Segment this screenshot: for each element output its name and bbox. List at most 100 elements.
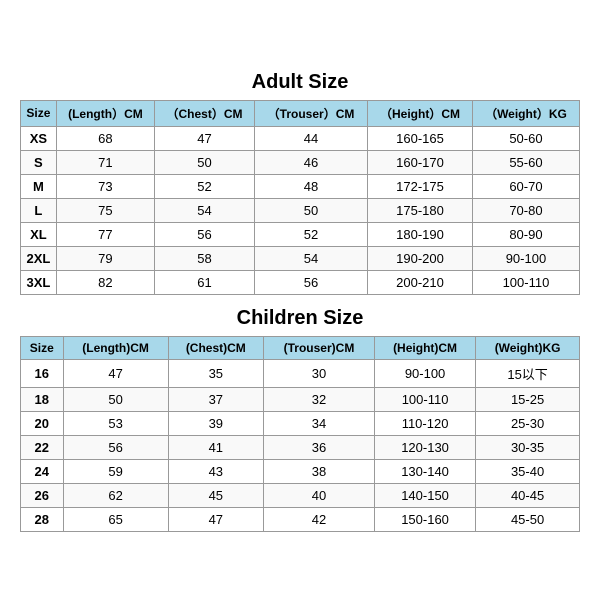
table-cell: 75 — [56, 198, 154, 222]
table-cell: L — [21, 198, 57, 222]
table-cell: 70-80 — [472, 198, 579, 222]
table-cell: 40 — [263, 483, 374, 507]
table-cell: S — [21, 150, 57, 174]
children-header-cell: (Length)CM — [63, 336, 168, 359]
table-cell: 40-45 — [476, 483, 580, 507]
table-row: 26624540140-15040-45 — [21, 483, 580, 507]
table-cell: 130-140 — [374, 459, 475, 483]
table-cell: 77 — [56, 222, 154, 246]
table-row: 2XL795854190-20090-100 — [21, 246, 580, 270]
table-cell: 54 — [155, 198, 255, 222]
adult-header-cell: （Trouser）CM — [254, 100, 367, 126]
table-cell: 35 — [168, 359, 263, 387]
children-size-title: Children Size — [20, 301, 580, 336]
size-chart-container: Adult Size Size(Length）CM（Chest）CM（Trous… — [10, 55, 590, 546]
table-row: S715046160-17055-60 — [21, 150, 580, 174]
table-cell: 30-35 — [476, 435, 580, 459]
table-row: 18503732100-11015-25 — [21, 387, 580, 411]
table-cell: 82 — [56, 270, 154, 294]
table-row: L755450175-18070-80 — [21, 198, 580, 222]
table-cell: 47 — [63, 359, 168, 387]
table-cell: 26 — [21, 483, 64, 507]
table-cell: 39 — [168, 411, 263, 435]
table-cell: 52 — [155, 174, 255, 198]
table-row: 22564136120-13030-35 — [21, 435, 580, 459]
table-cell: 15-25 — [476, 387, 580, 411]
children-header-cell: (Height)CM — [374, 336, 475, 359]
table-cell: 20 — [21, 411, 64, 435]
adult-size-title: Adult Size — [20, 65, 580, 100]
table-cell: 50 — [254, 198, 367, 222]
table-cell: 180-190 — [368, 222, 473, 246]
table-cell: 35-40 — [476, 459, 580, 483]
table-cell: 55-60 — [472, 150, 579, 174]
table-row: 3XL826156200-210100-110 — [21, 270, 580, 294]
table-cell: 120-130 — [374, 435, 475, 459]
table-cell: 73 — [56, 174, 154, 198]
table-cell: 150-160 — [374, 507, 475, 531]
table-cell: 48 — [254, 174, 367, 198]
table-cell: 30 — [263, 359, 374, 387]
table-cell: 80-90 — [472, 222, 579, 246]
table-cell: 54 — [254, 246, 367, 270]
table-cell: 58 — [155, 246, 255, 270]
table-cell: 52 — [254, 222, 367, 246]
table-cell: 190-200 — [368, 246, 473, 270]
table-cell: 3XL — [21, 270, 57, 294]
table-cell: M — [21, 174, 57, 198]
table-cell: 50 — [155, 150, 255, 174]
children-header-cell: (Trouser)CM — [263, 336, 374, 359]
table-cell: 59 — [63, 459, 168, 483]
table-cell: 47 — [168, 507, 263, 531]
table-cell: 71 — [56, 150, 154, 174]
table-row: 28654742150-16045-50 — [21, 507, 580, 531]
adult-table-body: XS684744160-16550-60S715046160-17055-60M… — [21, 126, 580, 294]
table-row: 24594338130-14035-40 — [21, 459, 580, 483]
table-cell: 172-175 — [368, 174, 473, 198]
table-cell: 16 — [21, 359, 64, 387]
table-cell: 200-210 — [368, 270, 473, 294]
table-cell: 50-60 — [472, 126, 579, 150]
table-cell: 42 — [263, 507, 374, 531]
table-cell: 160-170 — [368, 150, 473, 174]
table-cell: 24 — [21, 459, 64, 483]
table-cell: 61 — [155, 270, 255, 294]
table-cell: 2XL — [21, 246, 57, 270]
table-cell: 56 — [63, 435, 168, 459]
table-cell: 60-70 — [472, 174, 579, 198]
table-cell: 90-100 — [472, 246, 579, 270]
table-cell: 34 — [263, 411, 374, 435]
table-row: XS684744160-16550-60 — [21, 126, 580, 150]
table-cell: 22 — [21, 435, 64, 459]
table-row: XL775652180-19080-90 — [21, 222, 580, 246]
table-cell: 90-100 — [374, 359, 475, 387]
table-cell: 160-165 — [368, 126, 473, 150]
table-cell: 45-50 — [476, 507, 580, 531]
table-cell: 175-180 — [368, 198, 473, 222]
children-size-table: Size(Length)CM(Chest)CM(Trouser)CM(Heigh… — [20, 336, 580, 532]
table-cell: 100-110 — [472, 270, 579, 294]
adult-header-row: Size(Length）CM（Chest）CM（Trouser）CM（Heigh… — [21, 100, 580, 126]
table-cell: 53 — [63, 411, 168, 435]
children-header-cell: (Weight)KG — [476, 336, 580, 359]
children-header-cell: (Chest)CM — [168, 336, 263, 359]
adult-header-cell: （Chest）CM — [155, 100, 255, 126]
table-cell: 46 — [254, 150, 367, 174]
table-cell: 44 — [254, 126, 367, 150]
table-row: M735248172-17560-70 — [21, 174, 580, 198]
table-cell: 68 — [56, 126, 154, 150]
adult-size-table: Size(Length）CM（Chest）CM（Trouser）CM（Heigh… — [20, 100, 580, 295]
table-cell: 37 — [168, 387, 263, 411]
table-cell: 32 — [263, 387, 374, 411]
table-cell: 41 — [168, 435, 263, 459]
table-cell: 28 — [21, 507, 64, 531]
table-cell: 25-30 — [476, 411, 580, 435]
table-cell: 47 — [155, 126, 255, 150]
table-cell: 50 — [63, 387, 168, 411]
table-cell: XS — [21, 126, 57, 150]
table-cell: 62 — [63, 483, 168, 507]
children-header-cell: Size — [21, 336, 64, 359]
table-cell: 38 — [263, 459, 374, 483]
children-header-row: Size(Length)CM(Chest)CM(Trouser)CM(Heigh… — [21, 336, 580, 359]
table-cell: 110-120 — [374, 411, 475, 435]
